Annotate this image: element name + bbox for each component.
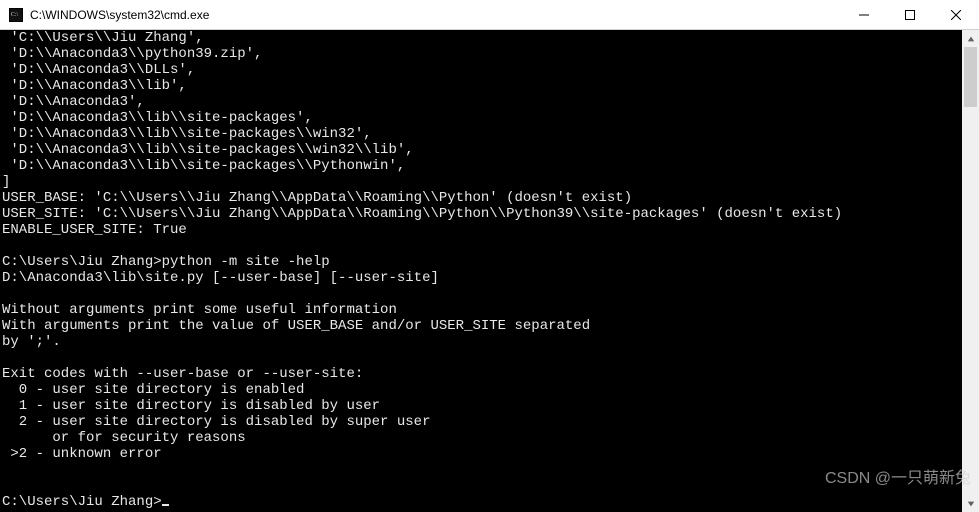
cmd-icon: C:\	[8, 7, 24, 23]
svg-text:C:\: C:\	[11, 11, 19, 17]
close-button[interactable]	[933, 0, 979, 30]
scroll-down-button[interactable]	[962, 495, 979, 512]
cursor	[162, 504, 169, 506]
scrollbar-track[interactable]	[962, 47, 979, 495]
terminal-output[interactable]: 'C:\\Users\\Jiu Zhang', 'D:\\Anaconda3\\…	[0, 30, 962, 512]
window-titlebar: C:\ C:\WINDOWS\system32\cmd.exe	[0, 0, 979, 30]
scrollbar-thumb[interactable]	[964, 47, 977, 107]
maximize-button[interactable]	[887, 0, 933, 30]
window-title: C:\WINDOWS\system32\cmd.exe	[30, 8, 209, 22]
console-area: 'C:\\Users\\Jiu Zhang', 'D:\\Anaconda3\\…	[0, 30, 979, 512]
minimize-button[interactable]	[841, 0, 887, 30]
vertical-scrollbar[interactable]	[962, 30, 979, 512]
scroll-up-button[interactable]	[962, 30, 979, 47]
